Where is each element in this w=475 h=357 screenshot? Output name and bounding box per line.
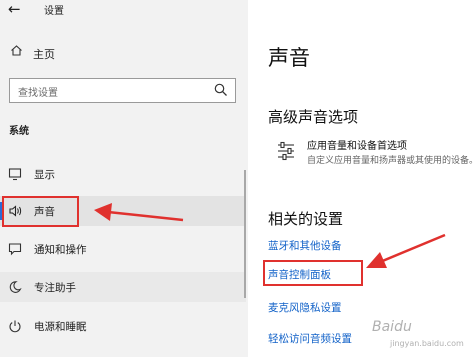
power-icon (8, 318, 22, 333)
sidebar-item-focus-assist[interactable]: 专注助手 (0, 272, 246, 302)
sidebar-item-power[interactable]: 电源和睡眠 (0, 311, 246, 341)
sidebar-item-notifications[interactable]: 通知和操作 (0, 234, 246, 264)
search-input[interactable]: 查找设置 (9, 78, 236, 103)
back-arrow-icon[interactable]: ← (8, 0, 28, 18)
app-volume-title: 应用音量和设备首选项 (307, 141, 407, 152)
sliders-icon (276, 140, 296, 162)
sidebar-item-home[interactable]: 主页 (0, 42, 248, 64)
highlight-box-sound-nav (2, 196, 79, 227)
microphone-privacy-link[interactable]: 麦克风隐私设置 (268, 300, 342, 315)
sidebar-item-label: 主页 (33, 48, 55, 61)
page-title: 声音 (268, 46, 310, 70)
app-volume-preferences-item[interactable]: 应用音量和设备首选项 自定义应用音量和扬声器或其使用的设备。 (276, 136, 475, 172)
moon-icon (8, 279, 22, 293)
baidu-watermark: Baidu jingyan.baidu.com (372, 319, 472, 353)
window-title: 设置 (44, 6, 64, 17)
highlight-box-control-panel (263, 260, 363, 286)
sidebar-scrollbar[interactable] (244, 170, 246, 298)
watermark-line1: Baidu (372, 319, 412, 335)
ease-of-access-audio-link[interactable]: 轻松访问音频设置 (268, 331, 352, 346)
bluetooth-devices-link[interactable]: 蓝牙和其他设备 (268, 238, 342, 253)
sidebar-item-label: 通知和操作 (34, 244, 87, 256)
settings-sidebar: ← 设置 主页 查找设置 系统 显示 声音 通知和操作 专注助手 电源和睡眠 (0, 0, 248, 357)
sidebar-item-display[interactable]: 显示 (0, 159, 246, 189)
sidebar-item-label: 显示 (34, 169, 55, 181)
home-icon (10, 44, 23, 60)
display-icon (8, 166, 22, 181)
section-label: 系统 (9, 126, 29, 137)
sidebar-item-label: 电源和睡眠 (34, 321, 87, 333)
advanced-sound-heading: 高级声音选项 (268, 108, 359, 126)
notification-icon (8, 241, 22, 256)
search-icon[interactable] (213, 82, 229, 98)
app-volume-description: 自定义应用音量和扬声器或其使用的设备。 (307, 156, 475, 166)
search-placeholder: 查找设置 (18, 88, 58, 99)
related-settings-heading: 相关的设置 (268, 210, 344, 228)
watermark-line2: jingyan.baidu.com (390, 339, 464, 348)
sidebar-item-label: 专注助手 (34, 282, 76, 294)
